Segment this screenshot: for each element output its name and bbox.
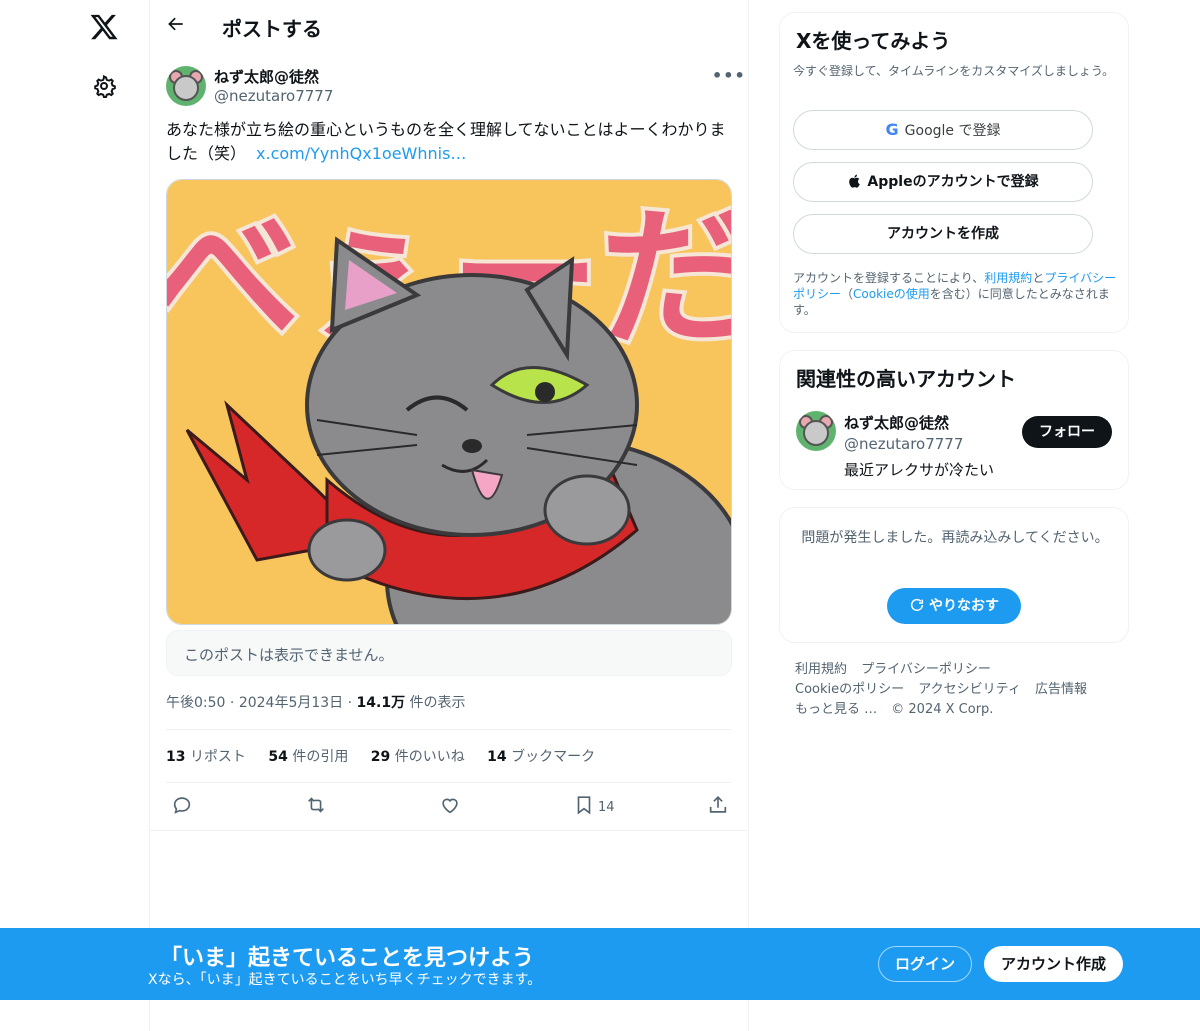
post-time[interactable]: 午後0:50 xyxy=(166,695,225,711)
left-nav xyxy=(0,0,150,1031)
signup-title: Xを使ってみよう xyxy=(796,29,951,53)
footer-link[interactable]: 利用規約 xyxy=(795,662,847,677)
refresh-icon xyxy=(909,591,925,627)
bottom-signup-banner: 「いま」起きていることを見つけよう Xなら、「いま」起きていることをいち早くチェ… xyxy=(0,928,1200,1000)
reposts-stat[interactable]: 13 リポスト xyxy=(166,749,246,765)
banner-title: 「いま」起きていることを見つけよう xyxy=(160,946,535,971)
apple-icon xyxy=(847,166,863,204)
post-stats: 13 リポスト 54 件の引用 29 件のいいね 14 ブックマーク xyxy=(166,746,613,766)
signup-card: Xを使ってみよう 今すぐ登録して、タイムラインをカスタマイズしましょう。 G Go… xyxy=(779,12,1129,333)
divider xyxy=(166,729,732,730)
repost-icon[interactable] xyxy=(305,794,329,818)
relevant-accounts-card: 関連性の高いアカウント ねず太郎@徒然 @nezutaro7777 最近アレクサ… xyxy=(779,350,1129,490)
post-date[interactable]: 2024年5月13日 xyxy=(239,695,343,711)
apple-signup-button[interactable]: Appleのアカウントで登録 xyxy=(793,162,1093,202)
footer-more[interactable]: もっと見る … xyxy=(795,702,877,717)
create-account-button[interactable]: アカウントを作成 xyxy=(793,214,1093,254)
google-g-icon: G xyxy=(885,120,899,139)
cookie-use-link[interactable]: Cookieの使用 xyxy=(853,287,930,301)
quote-unavailable-text: このポストは表示できません。 xyxy=(184,646,394,664)
footer-copyright: © 2024 X Corp. xyxy=(891,702,994,717)
author-handle[interactable]: @nezutaro7777 xyxy=(214,87,333,105)
sidebar-footer: 利用規約 プライバシーポリシー Cookieのポリシー アクセシビリティ 広告情… xyxy=(795,660,1125,720)
page-title: ポストする xyxy=(222,17,322,41)
error-card: 問題が発生しました。再読み込みしてください。 やりなおす xyxy=(779,507,1129,643)
views-label: 件の表示 xyxy=(409,695,466,711)
terms-link[interactable]: 利用規約 xyxy=(984,271,1032,285)
post-header: ポストする xyxy=(150,0,748,53)
footer-link[interactable]: プライバシーポリシー xyxy=(861,662,991,677)
post-link[interactable]: x.com/YynhQx1oeWhnis… xyxy=(256,144,466,163)
signup-button[interactable]: アカウント作成 xyxy=(984,946,1123,982)
account-name[interactable]: ねず太郎@徒然 xyxy=(844,412,949,433)
banner-subtitle: Xなら、「いま」起きていることをいち早くチェックできます。 xyxy=(148,972,542,988)
post-image[interactable]: べぇーだ xyxy=(166,179,732,625)
author-avatar[interactable] xyxy=(166,66,206,106)
account-bio: 最近アレクサが冷たい xyxy=(844,461,995,479)
quotes-stat[interactable]: 54 件の引用 xyxy=(268,749,348,765)
login-button[interactable]: ログイン xyxy=(878,946,972,982)
bookmark-icon[interactable] xyxy=(573,794,597,818)
author-name[interactable]: ねず太郎@徒然 xyxy=(214,66,319,87)
footer-link[interactable]: アクセシビリティ xyxy=(918,682,1021,697)
retry-button[interactable]: やりなおす xyxy=(887,588,1021,624)
x-logo-icon[interactable] xyxy=(89,12,121,44)
error-message: 問題が発生しました。再読み込みしてください。 xyxy=(801,530,1109,546)
account-avatar[interactable] xyxy=(796,411,836,451)
divider xyxy=(166,782,732,783)
post-meta: 午後0:50 · 2024年5月13日 · 14.1万 件の表示 xyxy=(166,695,466,711)
footer-link[interactable]: Cookieのポリシー xyxy=(795,682,904,697)
signup-subtitle: 今すぐ登録して、タイムラインをカスタマイズしましょう。 xyxy=(793,64,1115,78)
quoted-post-unavailable: このポストは表示できません。 xyxy=(166,630,732,676)
account-handle[interactable]: @nezutaro7777 xyxy=(844,435,963,453)
signup-legal-text: アカウントを登録することにより、利用規約とプライバシーポリシー（Cookieの使… xyxy=(793,271,1117,317)
likes-stat[interactable]: 29 件のいいね xyxy=(371,749,465,765)
back-arrow-icon[interactable] xyxy=(166,14,188,36)
bookmarks-stat[interactable]: 14 ブックマーク xyxy=(487,749,595,765)
relevant-title: 関連性の高いアカウント xyxy=(796,367,1016,391)
bookmark-count: 14 xyxy=(598,800,615,815)
views-count: 14.1万 xyxy=(356,695,406,711)
google-signup-button[interactable]: G Google で登録 xyxy=(793,110,1093,150)
footer-link[interactable]: 広告情報 xyxy=(1035,682,1087,697)
post-actions: 14 xyxy=(150,790,748,822)
main-column: ポストする ねず太郎@徒然 @nezutaro7777 ••• あなた様が立ち絵… xyxy=(149,0,749,1031)
follow-button[interactable]: フォロー xyxy=(1022,416,1112,448)
divider xyxy=(150,830,748,831)
reply-icon[interactable] xyxy=(171,794,195,818)
settings-gear-icon[interactable] xyxy=(92,74,118,100)
share-icon[interactable] xyxy=(707,794,731,818)
like-heart-icon[interactable] xyxy=(439,794,463,818)
more-options-icon[interactable]: ••• xyxy=(712,66,746,85)
post-text: あなた様が立ち絵の重心というものを全く理解してないことはよーくわかりました（笑）… xyxy=(166,118,736,166)
